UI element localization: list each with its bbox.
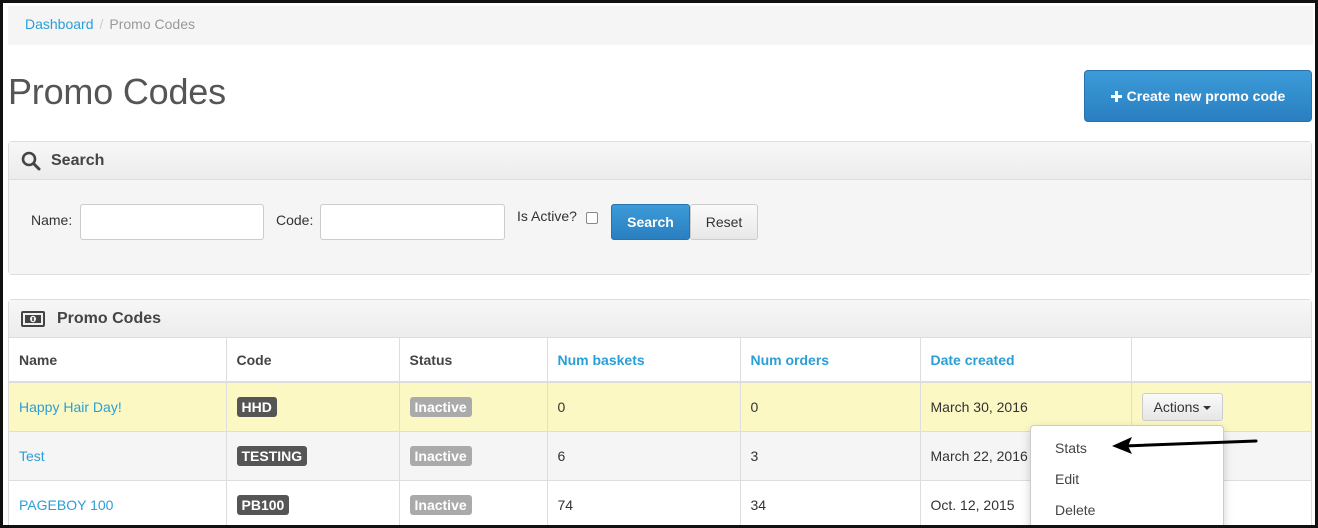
search-form: Name: Code: Is Active? Search Reset xyxy=(9,180,1311,274)
search-panel: Search Name: Code: Is Active? Search Res… xyxy=(8,141,1312,275)
table-header-row: Name Code Status Num baskets Num orders … xyxy=(9,338,1311,383)
num-orders-cell: 0 xyxy=(740,381,921,431)
page-title: Promo Codes xyxy=(8,71,226,112)
actions-dropdown-button[interactable]: Actions xyxy=(1141,392,1224,421)
column-header-date-created[interactable]: Date created xyxy=(920,338,1132,383)
num-orders-cell: 3 xyxy=(740,430,921,480)
search-panel-heading: Search xyxy=(9,142,1311,180)
breadcrumb-current: Promo Codes xyxy=(109,16,195,32)
code-label: Code: xyxy=(276,212,314,228)
search-icon xyxy=(21,151,41,170)
search-button[interactable]: Search xyxy=(611,204,690,240)
column-header-code: Code xyxy=(226,338,400,383)
num-baskets-cell: 0 xyxy=(547,381,741,431)
dropdown-item-delete[interactable]: Delete xyxy=(1031,494,1223,525)
money-icon xyxy=(21,310,45,327)
code-badge: HHD xyxy=(236,396,277,417)
search-heading: Search xyxy=(51,151,105,169)
actions-label: Actions xyxy=(1153,398,1200,415)
column-header-name: Name xyxy=(9,338,227,383)
caret-down-icon xyxy=(1203,405,1212,410)
dropdown-item-edit[interactable]: Edit xyxy=(1031,463,1223,494)
column-header-actions xyxy=(1131,338,1311,383)
breadcrumb: Dashboard / Promo Codes xyxy=(8,6,1313,45)
name-label: Name: xyxy=(31,212,73,228)
reset-button[interactable]: Reset xyxy=(690,204,758,240)
date-created-cell: March 30, 2016 xyxy=(920,381,1132,431)
num-orders-cell: 34 xyxy=(740,479,921,525)
code-badge: PB100 xyxy=(236,494,290,515)
plus-icon xyxy=(1110,90,1122,102)
status-badge: Inactive xyxy=(409,445,472,466)
name-input[interactable] xyxy=(80,204,264,240)
code-badge: TESTING xyxy=(236,445,308,466)
promo-name-link[interactable]: Test xyxy=(19,448,45,464)
breadcrumb-dashboard-link[interactable]: Dashboard xyxy=(25,16,94,32)
promo-name-link[interactable]: Happy Hair Day! xyxy=(19,399,122,415)
table-row: Happy Hair Day! HHD Inactive 0 0 March 3… xyxy=(9,381,1311,431)
promo-codes-panel-heading: Promo Codes xyxy=(9,300,1311,338)
annotation-arrow-icon xyxy=(1112,437,1258,454)
create-promo-code-button[interactable]: Create new promo code xyxy=(1084,70,1312,122)
page-frame: Dashboard / Promo Codes Promo Codes Create… xyxy=(0,0,1318,528)
column-header-num-orders[interactable]: Num orders xyxy=(740,338,921,383)
promo-codes-heading: Promo Codes xyxy=(57,309,162,327)
create-button-label: Create new promo code xyxy=(1126,88,1286,104)
is-active-label: Is Active? xyxy=(517,208,577,224)
is-active-checkbox[interactable] xyxy=(586,212,598,224)
column-header-num-baskets[interactable]: Num baskets xyxy=(547,338,741,383)
breadcrumb-separator: / xyxy=(99,16,104,32)
status-badge: Inactive xyxy=(409,494,472,515)
status-badge: Inactive xyxy=(409,396,472,417)
promo-name-link[interactable]: PAGEBOY 100 xyxy=(19,497,113,513)
num-baskets-cell: 6 xyxy=(547,430,741,480)
code-input[interactable] xyxy=(320,204,505,240)
num-baskets-cell: 74 xyxy=(547,479,741,525)
column-header-status: Status xyxy=(399,338,548,383)
